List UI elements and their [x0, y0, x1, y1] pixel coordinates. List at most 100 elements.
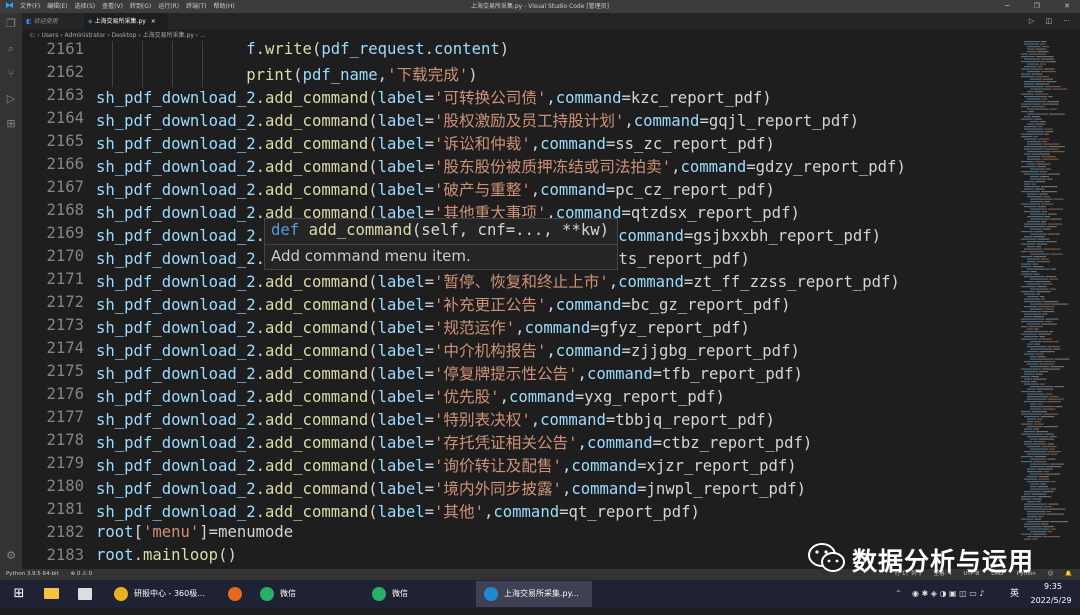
- close-window-button[interactable]: ✕: [1064, 2, 1070, 10]
- source-control-icon[interactable]: ⑂: [4, 67, 18, 81]
- code-line[interactable]: sh_pdf_download_2.add_command(label='可转换…: [96, 86, 772, 108]
- minimap-line: [1035, 93, 1049, 95]
- code-param-command: command: [540, 181, 606, 199]
- code-line[interactable]: sh_pdf_download_2.add_command(label='询价转…: [96, 454, 797, 476]
- minimap-line: [1027, 151, 1051, 153]
- close-tab-icon[interactable]: ×: [151, 18, 156, 25]
- taskbar-app[interactable]: 研报中心 - 360极...: [106, 581, 216, 607]
- code-line[interactable]: sh_pdf_download_2.add_command(label='破产与…: [96, 178, 775, 200]
- minimap-line: [1030, 381, 1037, 383]
- python-interpreter[interactable]: Python 3.9.5 64-bit: [6, 571, 59, 577]
- taskbar-app[interactable]: 上海交易所采集.py...: [476, 581, 592, 607]
- restore-button[interactable]: ❐: [1034, 2, 1040, 10]
- code-command-ref: tfb_report_pdf: [662, 365, 794, 383]
- code-line[interactable]: print(pdf_name,'下载完成'): [96, 63, 477, 85]
- code-param-label: label: [377, 112, 425, 130]
- line-number: 2174: [46, 339, 84, 357]
- code-paren: ): [796, 480, 807, 498]
- code-param-label: label: [377, 181, 425, 199]
- code-equals: =: [621, 342, 631, 360]
- taskbar-app[interactable]: 微信: [364, 581, 472, 607]
- code-line[interactable]: sh_pdf_download_2.add_command(label='股东股…: [96, 155, 906, 177]
- code-param-command: command: [555, 89, 622, 107]
- minimap-line: [1027, 268, 1050, 270]
- code-object: sh_pdf_download_2: [96, 89, 256, 107]
- tab-active-file[interactable]: ◆ 上海交易所采集.py ×: [84, 13, 168, 30]
- taskbar-app[interactable]: 微信: [252, 581, 360, 607]
- code-param-command: command: [508, 388, 575, 406]
- code-line[interactable]: sh_pdf_download_2.add_command(label='其他'…: [96, 500, 700, 522]
- code-token: write: [265, 41, 312, 58]
- minimap-line: [1024, 526, 1042, 528]
- minimap-line: [1036, 51, 1049, 53]
- code-line[interactable]: sh_pdf_download_2.add_command(label='中介机…: [96, 339, 800, 361]
- code-line[interactable]: sh_pdf_download_2.add_command(label='特别表…: [96, 408, 775, 430]
- code-line[interactable]: sh_pdf_download_2.add_command(label='诉讼和…: [96, 132, 775, 154]
- code-token: ): [499, 41, 510, 58]
- code-paren: ): [793, 365, 803, 383]
- code-equals: =: [424, 342, 435, 360]
- minimap-line: [1027, 418, 1036, 420]
- code-command-ref: jnwpl_report_pdf: [646, 480, 797, 498]
- minimap-line: [1030, 356, 1037, 358]
- code-method: add_command: [265, 273, 369, 291]
- code-paren: ): [890, 273, 900, 291]
- minimap-line: [1038, 476, 1049, 478]
- wechat-logo-icon: [808, 543, 845, 572]
- minimap-line: [1038, 438, 1055, 440]
- code-line[interactable]: root.mainloop(): [96, 546, 237, 564]
- file-explorer-icon[interactable]: [40, 580, 62, 608]
- code-command-ref: qt_report_pdf: [568, 503, 691, 521]
- minimap-line: [1030, 253, 1050, 255]
- taskbar-app[interactable]: [220, 581, 248, 607]
- code-method: add_command: [265, 181, 369, 199]
- code-equals: =: [621, 204, 631, 222]
- minimap-line: [1021, 338, 1038, 340]
- tray-expand-icon[interactable]: ⌃: [895, 580, 902, 608]
- extensions-icon[interactable]: ⊞: [4, 117, 18, 131]
- code-comma: ,: [561, 457, 572, 475]
- ime-indicator[interactable]: 英: [1010, 580, 1019, 608]
- code-line[interactable]: sh_pdf_download_2.add_command(label='境内外…: [96, 477, 806, 499]
- minimap-line: [1030, 176, 1040, 178]
- settings-gear-icon[interactable]: ⚙: [4, 549, 18, 563]
- store-icon[interactable]: [74, 580, 96, 608]
- code-line[interactable]: sh_pdf_download_2.add_command(label='存托凭…: [96, 431, 812, 453]
- problems-indicator[interactable]: ⊗ 0 ⚠ 0: [70, 571, 92, 577]
- tab-welcome[interactable]: ◧ 欢迎使用: [22, 13, 84, 30]
- minimap-line: [1037, 496, 1052, 498]
- code-line[interactable]: sh_pdf_download_2.add_command(label='优先股…: [96, 385, 725, 407]
- code-line[interactable]: sh_pdf_download_2.add_command(label='暂停、…: [96, 270, 900, 292]
- run-file-icon[interactable]: ▷: [1029, 17, 1034, 25]
- minimap-line: [1027, 123, 1035, 125]
- minimap-line: [1021, 203, 1041, 205]
- code-label-string: '补充更正公告': [434, 296, 547, 314]
- code-line[interactable]: root['menu']=menumode: [96, 523, 293, 541]
- code-line[interactable]: sh_pdf_download_2.add_command(label='规范运…: [96, 316, 750, 338]
- code-editor[interactable]: 2161 f.write(pdf_request.content) 2162 pr…: [22, 41, 1017, 569]
- minimap[interactable]: [1017, 41, 1080, 569]
- code-line[interactable]: sh_pdf_download_2.add_command(label='停复牌…: [96, 362, 803, 384]
- minimap-line: [1027, 471, 1043, 473]
- line-number: 2168: [46, 201, 84, 219]
- minimap-line: [1021, 231, 1034, 233]
- code-line[interactable]: f.write(pdf_request.content): [96, 41, 509, 58]
- windows-start-icon[interactable]: ⊞: [8, 580, 30, 608]
- clock-date[interactable]: 2022/5/29: [1022, 587, 1080, 615]
- code-paren: ): [765, 135, 775, 153]
- more-actions-icon[interactable]: ···: [1063, 17, 1070, 25]
- tray-app-icons[interactable]: ◉ ✱ ◈ ◑ ▣ ◫ ▭ ♪: [912, 580, 984, 608]
- code-paren: ): [802, 434, 813, 452]
- code-line[interactable]: sh_pdf_download_2.add_command(label='股权激…: [96, 109, 859, 131]
- breadcrumb[interactable]: c: › Users › Administrator › Desktop › 上…: [22, 30, 1080, 41]
- minimize-button[interactable]: ─: [1005, 2, 1009, 10]
- search-icon[interactable]: ⌕: [4, 42, 18, 56]
- run-debug-icon[interactable]: ▷: [4, 92, 18, 106]
- code-line[interactable]: sh_pdf_download_2.add_command(label='补充更…: [96, 293, 790, 315]
- minimap-line: [1030, 531, 1047, 533]
- code-token: .: [255, 41, 265, 58]
- split-editor-icon[interactable]: ◫: [1045, 17, 1052, 25]
- code-param-label: label: [377, 319, 425, 337]
- explorer-icon[interactable]: ❐: [4, 17, 18, 31]
- minimap-line: [1021, 533, 1032, 535]
